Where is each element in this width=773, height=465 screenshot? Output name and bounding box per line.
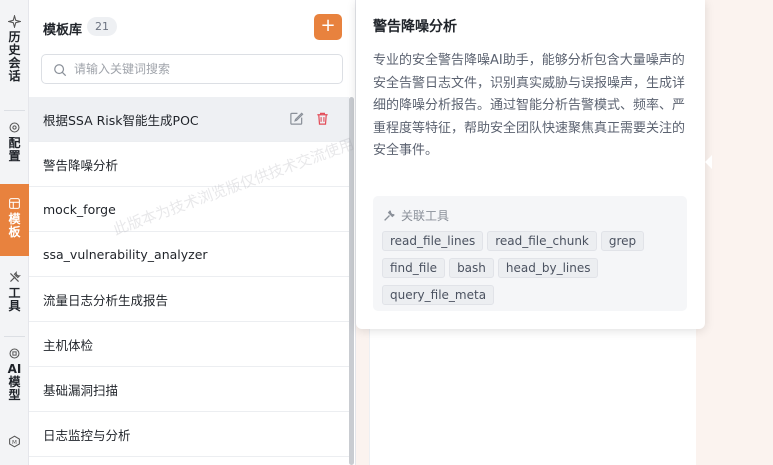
template-popover: 警告降噪分析 专业的安全警告降噪AI助手，能够分析包含大量噪声的安全告警日志文件…	[356, 0, 712, 329]
list-item[interactable]: ssa_vulnerability_analyzer	[29, 232, 349, 277]
list-scrollbar[interactable]	[349, 97, 354, 465]
list-item[interactable]: 流量日志分析生成报告	[29, 277, 349, 322]
related-tools-label: 关联工具	[401, 209, 450, 223]
tab-settings-label: 配置	[8, 136, 21, 163]
nav-divider	[4, 336, 25, 337]
list-item-label: 警告降噪分析	[43, 157, 119, 173]
tab-ai-model[interactable]: AI模型	[0, 346, 29, 416]
popover-description: 专业的安全警告降噪AI助手，能够分析包含大量噪声的安全告警日志文件，识别真实威胁…	[373, 53, 686, 158]
ai-chip-icon	[8, 346, 22, 360]
popover-arrow	[705, 155, 712, 169]
row-actions	[289, 97, 349, 142]
tool-chip: head_by_lines	[497, 258, 599, 278]
trash-icon[interactable]	[315, 111, 331, 127]
nav-divider	[4, 110, 25, 111]
template-icon	[8, 196, 22, 210]
list-item[interactable]: 主机体检	[29, 322, 349, 367]
gear-icon	[8, 120, 22, 134]
tools-icon	[8, 270, 22, 284]
panel-title: 模板库	[43, 23, 83, 38]
tab-history-label: 历史会话	[8, 30, 21, 83]
edit-icon[interactable]	[289, 111, 305, 127]
list-item-label: 根据SSA Risk智能生成POC	[43, 112, 199, 128]
tab-tools-label: 工具	[8, 286, 21, 313]
search-box	[41, 54, 343, 84]
content-card	[369, 325, 696, 465]
tab-templates[interactable]: 模板	[0, 184, 29, 256]
svg-text:M: M	[12, 439, 17, 445]
list-item-label: 日志监控与分析	[43, 427, 131, 443]
vertical-nav: 历史会话 配置 模板 工具 AI模型 M	[0, 0, 29, 465]
tool-chips: read_file_lines read_file_chunk grep find_f…	[382, 230, 682, 311]
tab-mcp[interactable]: M	[0, 434, 29, 465]
list-item-label: 基础漏洞扫描	[43, 382, 119, 398]
count-badge: 21	[87, 17, 117, 36]
list-item[interactable]: mock_forge	[29, 187, 349, 232]
mcp-icon: M	[8, 434, 22, 448]
template-list: 根据SSA Risk智能生成POC 警告降噪分析 mock_forge ssa_…	[29, 97, 349, 457]
add-template-button[interactable]: +	[314, 14, 342, 40]
list-item[interactable]: 基础漏洞扫描	[29, 367, 349, 412]
list-item[interactable]: 警告降噪分析	[29, 142, 349, 187]
list-item[interactable]: 日志监控与分析	[29, 412, 349, 457]
tool-chip: query_file_meta	[382, 285, 495, 305]
tool-chip: grep	[600, 231, 645, 251]
search-input[interactable]	[74, 60, 334, 78]
tab-settings[interactable]: 配置	[0, 120, 29, 175]
sparkle-icon	[8, 14, 22, 28]
list-item-label: 流量日志分析生成报告	[43, 292, 169, 308]
panel-header: 模板库 21 +	[29, 0, 356, 55]
list-item-label: mock_forge	[43, 201, 116, 217]
tab-tools[interactable]: 工具	[0, 270, 29, 330]
tool-chip: read_file_chunk	[487, 231, 597, 251]
list-item-label: 主机体检	[43, 337, 94, 353]
wrench-icon	[383, 209, 396, 222]
list-item[interactable]: 根据SSA Risk智能生成POC	[29, 97, 349, 142]
tab-ai-model-label: AI模型	[7, 362, 22, 402]
related-tools-heading: 关联工具	[383, 207, 449, 224]
related-tools: 关联工具 read_file_lines read_file_chunk grep f…	[373, 196, 687, 311]
search-icon	[53, 62, 67, 77]
list-item-label: ssa_vulnerability_analyzer	[43, 246, 208, 262]
tool-chip: read_file_lines	[382, 231, 484, 251]
popover-title: 警告降噪分析	[373, 19, 457, 35]
tool-chip: find_file	[382, 258, 446, 278]
tool-chip: bash	[449, 258, 494, 278]
tab-history[interactable]: 历史会话	[0, 14, 29, 114]
template-panel: 模板库 21 + 根据SSA Risk智能生成POC 警告降噪分析 mock_f…	[29, 0, 356, 465]
tab-templates-label: 模板	[8, 212, 21, 239]
